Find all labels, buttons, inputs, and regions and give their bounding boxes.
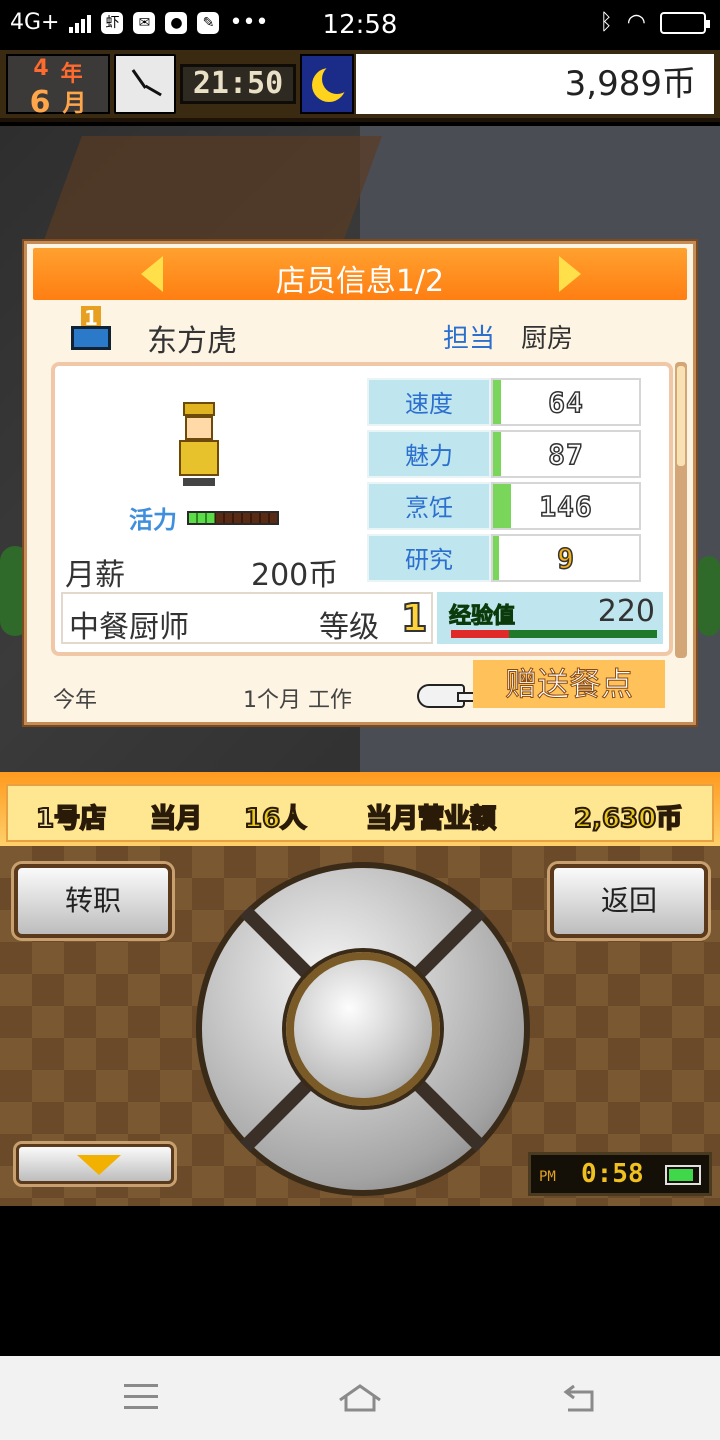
revenue-value: 2,630币 xyxy=(573,803,683,835)
next-arrow-icon[interactable] xyxy=(559,256,581,292)
energy-label: 活力 xyxy=(129,506,177,534)
exp-progress-fill xyxy=(451,630,509,638)
year-number: 4 xyxy=(33,56,49,81)
battery-icon xyxy=(660,11,710,34)
stat-value: 64 xyxy=(547,385,584,420)
role-label: 担当 xyxy=(443,324,496,354)
staff-name: 东方虎 xyxy=(147,324,237,359)
dpad[interactable] xyxy=(196,862,530,1196)
staff-header: 1 东方虎 担当 厨房 xyxy=(67,306,667,364)
experience-box: 经验值 220 xyxy=(437,592,663,644)
tree xyxy=(698,556,720,636)
gift-meal-button[interactable]: 赠送餐点 xyxy=(473,660,665,708)
stat-bar: 146 xyxy=(491,482,641,530)
exp-label: 经验值 xyxy=(448,604,516,630)
home-icon[interactable] xyxy=(336,1382,384,1414)
game-hud: 4年 6月 21:50 3,989币 xyxy=(0,50,720,122)
stat-value: 146 xyxy=(538,489,593,524)
this-month-label: 当月 xyxy=(149,803,203,835)
system-nav-bar xyxy=(0,1356,720,1440)
scroll-down-button[interactable] xyxy=(16,1144,174,1184)
dpad-center-button[interactable] xyxy=(286,952,440,1106)
month-unit: 月 xyxy=(62,89,87,117)
stat-row: 速度 64 xyxy=(367,378,641,428)
device-time: 0:58 xyxy=(581,1159,644,1189)
stat-bar: 64 xyxy=(491,378,641,426)
stat-row: 魅力 87 xyxy=(367,430,641,480)
blank-area xyxy=(0,1206,720,1356)
pm-label: PM xyxy=(539,1169,556,1185)
panel-title-bar: 店员信息1/2 xyxy=(33,248,687,300)
revenue-label: 当月营业额 xyxy=(365,803,497,835)
moon-icon xyxy=(300,54,354,114)
staff-count: 16人 xyxy=(243,803,307,835)
back-button[interactable]: 返回 xyxy=(550,864,708,938)
level-value: 1 xyxy=(400,595,428,641)
role-value: 厨房 xyxy=(521,324,574,354)
staff-detail-box: 活力 月薪 200币 速度 64 魅力 87 烹饪 146 研究 9 中餐厨师 … xyxy=(51,362,673,656)
transfer-job-button[interactable]: 转职 xyxy=(14,864,172,938)
store-info-inner: 1号店 当月 16人 当月营业额 2,630币 xyxy=(6,784,714,842)
exp-progress-bar xyxy=(451,630,657,638)
analog-clock-icon xyxy=(114,54,176,114)
battery-icon xyxy=(665,1165,701,1185)
stat-value: 9 xyxy=(556,541,575,576)
stat-row: 烹饪 146 xyxy=(367,482,641,532)
game-date: 4年 6月 xyxy=(6,54,110,118)
salary-value: 200币 xyxy=(251,558,339,593)
bluetooth-icon: ᛒ xyxy=(599,10,613,35)
stats-list: 速度 64 魅力 87 烹饪 146 研究 9 xyxy=(367,378,641,586)
status-bar: 4G+ 虾 ✉ ● ✎ ••• 12:58 ᛒ ◠ xyxy=(0,0,720,50)
device-clock: PM 0:58 xyxy=(528,1152,712,1196)
energy-bar xyxy=(187,510,279,525)
building xyxy=(38,136,382,256)
menu-icon[interactable] xyxy=(124,1384,158,1412)
controller-area: 转职 返回 PM 0:58 xyxy=(0,846,720,1206)
battery-fill xyxy=(669,1169,693,1181)
job-row: 中餐厨师 等级 1 xyxy=(61,592,433,645)
scrollbar-thumb[interactable] xyxy=(677,366,685,466)
stat-bar: 9 xyxy=(491,534,641,582)
screen: 4G+ 虾 ✉ ● ✎ ••• 12:58 ᛒ ◠ 4年 6月 21:50 3,… xyxy=(0,0,720,1440)
rank-icon: 1 xyxy=(67,306,115,354)
salary-label: 月薪 xyxy=(65,558,125,593)
status-right: ᛒ ◠ xyxy=(599,10,710,35)
money-display: 3,989币 xyxy=(356,54,714,114)
panel-scrollbar[interactable] xyxy=(675,362,687,658)
stat-name: 速度 xyxy=(367,378,491,426)
store-name: 1号店 xyxy=(35,803,107,835)
exp-value: 220 xyxy=(597,594,655,629)
job-name: 中餐厨师 xyxy=(69,610,189,645)
stat-name: 烹饪 xyxy=(367,482,491,530)
month-number: 6 xyxy=(29,85,51,120)
energy-meter: 活力 xyxy=(129,500,279,535)
panel-title: 店员信息1/2 xyxy=(275,264,445,299)
stat-bar: 87 xyxy=(491,430,641,478)
energy-bar-fill xyxy=(189,512,216,523)
staff-avatar xyxy=(173,402,227,490)
back-icon[interactable] xyxy=(562,1382,598,1414)
store-info-strip: 1号店 当月 16人 当月营业额 2,630币 xyxy=(0,772,720,846)
down-arrow-icon xyxy=(77,1155,121,1175)
stat-name: 魅力 xyxy=(367,430,491,478)
wifi-icon: ◠ xyxy=(626,10,646,35)
footer-year: 今年 xyxy=(53,688,98,713)
pointing-hand-icon xyxy=(417,684,477,708)
stat-name: 研究 xyxy=(367,534,491,582)
year-unit: 年 xyxy=(60,62,83,87)
game-time: 21:50 xyxy=(180,64,296,104)
panel-footer: 今年 1个月 工作 赠送餐点 xyxy=(53,660,673,720)
staff-info-panel: 店员信息1/2 1 东方虎 担当 厨房 活力 月薪 200币 速度 64 魅力 … xyxy=(24,241,696,725)
footer-months-worked: 1个月 工作 xyxy=(243,688,352,713)
level-label: 等级 xyxy=(319,610,379,645)
stat-row: 研究 9 xyxy=(367,534,641,584)
stat-value: 87 xyxy=(547,437,584,472)
